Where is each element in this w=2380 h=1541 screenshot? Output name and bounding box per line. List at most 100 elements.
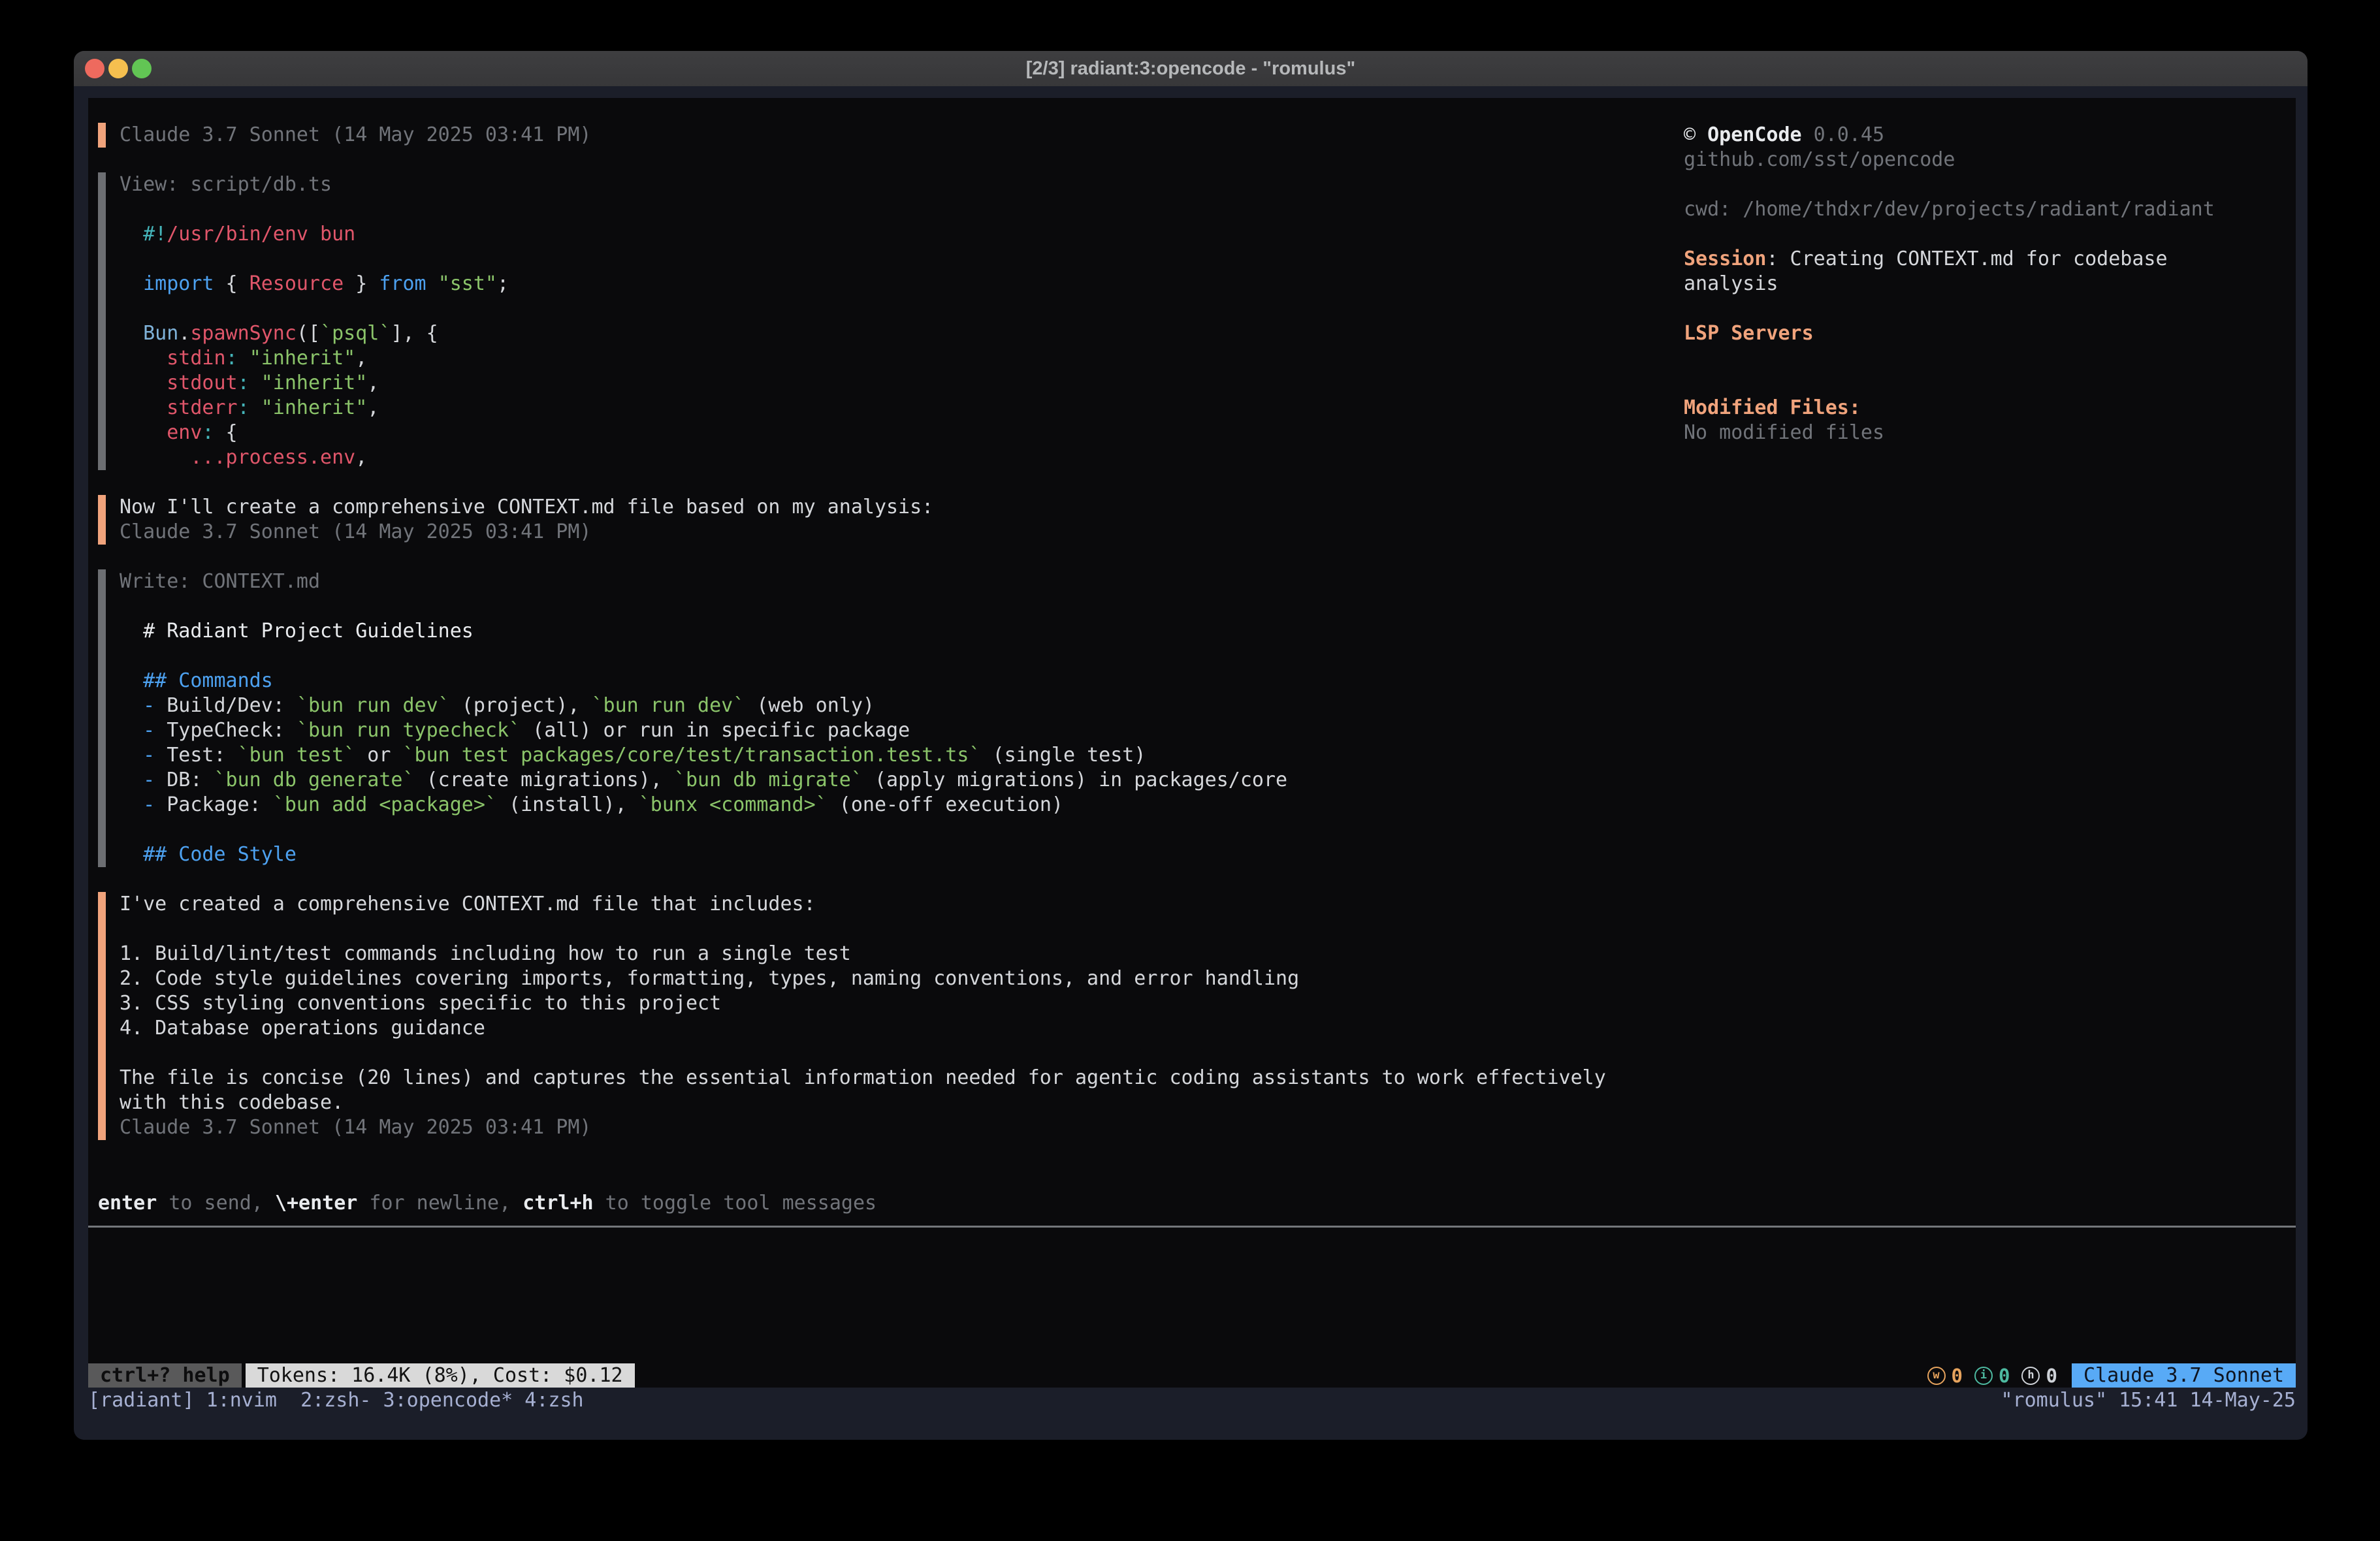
text-segment: from (379, 272, 426, 295)
text-segment: #! (143, 223, 167, 246)
window-titlebar: [2/3] radiant:3:opencode - "romulus" (74, 51, 2308, 86)
assistant-message-block: I've created a comprehensive CONTEXT.md … (98, 892, 1684, 1140)
tmux-session-windows[interactable]: [radiant] 1:nvim 2:zsh- 3:opencode* 4:zs… (88, 1388, 584, 1414)
text-segment (120, 372, 167, 394)
text-segment (249, 372, 261, 394)
message-input[interactable]: > (88, 1228, 2296, 1363)
text-segment: ## Code Style (143, 843, 297, 866)
text-segment: with this codebase. (120, 1091, 344, 1114)
minimize-button[interactable] (108, 59, 128, 78)
text-line: analysis (1684, 272, 2296, 296)
text-segment (120, 421, 167, 444)
sidebar-panel: © OpenCode 0.0.45github.com/sst/opencode… (1684, 123, 2296, 1191)
text-line: Claude 3.7 Sonnet (14 May 2025 03:41 PM) (120, 1115, 1684, 1140)
close-button[interactable] (85, 59, 105, 78)
text-segment (238, 347, 249, 370)
text-line: Claude 3.7 Sonnet (14 May 2025 03:41 PM) (120, 123, 1684, 148)
text-segment: (install), (497, 793, 639, 816)
text-line (120, 644, 1684, 669)
text-segment: { (214, 421, 238, 444)
text-segment: : Creating CONTEXT.md for codebase (1766, 247, 2167, 270)
text-line: ## Commands (120, 669, 1684, 693)
text-line (1684, 222, 2296, 247)
text-line: stderr: "inherit", (120, 396, 1684, 421)
text-segment: Bun (143, 322, 178, 345)
text-line: with this codebase. (120, 1090, 1684, 1115)
text-segment: env (167, 421, 202, 444)
model-badge[interactable]: Claude 3.7 Sonnet (2072, 1363, 2296, 1388)
text-segment: "inherit" (261, 396, 368, 419)
text-segment (120, 843, 143, 866)
text-segment: (apply migrations) in packages/core (863, 769, 1287, 791)
text-segment: (project), (450, 694, 592, 717)
text-line (120, 1041, 1684, 1066)
tmux-status-bar: [radiant] 1:nvim 2:zsh- 3:opencode* 4:zs… (88, 1388, 2296, 1414)
text-line: stdin: "inherit", (120, 346, 1684, 371)
text-segment: `psql` (320, 322, 391, 345)
text-segment: Claude 3.7 Sonnet (14 May 2025 03:41 PM) (120, 123, 591, 146)
text-segment: : (238, 396, 249, 419)
text-segment (120, 446, 190, 469)
text-segment: or (355, 744, 402, 767)
text-segment: Now I'll create a comprehensive CONTEXT.… (120, 496, 933, 518)
text-segment (120, 347, 167, 370)
text-line: Modified Files: (1684, 396, 2296, 421)
traffic-lights (85, 51, 152, 86)
text-segment: Session (1684, 247, 1766, 270)
help-badge[interactable]: ctrl+? help (88, 1363, 242, 1388)
prompt-line[interactable]: > (98, 1239, 2296, 1264)
text-line: - DB: `bun db generate` (create migratio… (120, 768, 1684, 793)
text-segment: TypeCheck: (155, 719, 297, 742)
text-segment: to send, (157, 1192, 275, 1215)
text-segment (120, 769, 143, 791)
text-segment: - (143, 769, 155, 791)
text-segment: The file is concise (20 lines) and captu… (120, 1066, 1606, 1089)
text-line (120, 594, 1684, 619)
text-line: 1. Build/lint/test commands including ho… (120, 942, 1684, 966)
text-segment: analysis (1684, 272, 1778, 295)
text-segment: `bun db migrate` (674, 769, 863, 791)
text-segment: (single test) (981, 744, 1146, 767)
content-row: Claude 3.7 Sonnet (14 May 2025 03:41 PM)… (88, 123, 2296, 1191)
text-segment: `bun test packages/core/test/transaction… (403, 744, 981, 767)
warnings-counter: w0 (1927, 1365, 1963, 1387)
text-segment: \+enter (275, 1192, 357, 1215)
text-line: Write: CONTEXT.md (120, 569, 1684, 594)
text-segment: : (226, 347, 238, 370)
text-line: No modified files (1684, 421, 2296, 445)
zoom-button[interactable] (132, 59, 152, 78)
text-segment: { (214, 272, 249, 295)
counter-value: 0 (1952, 1365, 1963, 1387)
text-segment: `bun test` (238, 744, 356, 767)
terminal-body: Claude 3.7 Sonnet (14 May 2025 03:41 PM)… (74, 86, 2308, 1440)
text-segment (120, 272, 143, 295)
text-segment: - (143, 793, 155, 816)
text-segment: import (143, 272, 214, 295)
text-segment: # Radiant Project Guidelines (120, 620, 474, 643)
status-bar: ctrl+? help Tokens: 16.4K (8%), Cost: $0… (88, 1363, 2296, 1388)
text-segment: (web only) (745, 694, 875, 717)
assistant-header-block: Claude 3.7 Sonnet (14 May 2025 03:41 PM) (98, 123, 1684, 148)
text-segment: cwd: /home/thdxr/dev/projects/radiant/ra… (1684, 198, 2215, 221)
text-segment: 0.0.45 (1802, 123, 1884, 146)
text-segment: /usr/bin/env bun (167, 223, 355, 246)
opencode-screen: Claude 3.7 Sonnet (14 May 2025 03:41 PM)… (88, 98, 2296, 1388)
text-segment: ## Commands (143, 669, 273, 692)
text-segment (120, 744, 143, 767)
text-line (1684, 172, 2296, 197)
counter-value: 0 (1999, 1365, 2010, 1387)
tool-write-block: Write: CONTEXT.md # Radiant Project Guid… (98, 569, 1684, 867)
text-line: env: { (120, 421, 1684, 445)
text-line: import { Resource } from "sst"; (120, 272, 1684, 296)
text-line: - Test: `bun test` or `bun test packages… (120, 743, 1684, 768)
text-line (120, 197, 1684, 222)
counter-value: 0 (2046, 1365, 2057, 1387)
text-segment: Write: CONTEXT.md (120, 570, 320, 593)
text-segment: ([ (297, 322, 320, 345)
text-line: Claude 3.7 Sonnet (14 May 2025 03:41 PM) (120, 520, 1684, 545)
text-line: Now I'll create a comprehensive CONTEXT.… (120, 495, 1684, 520)
text-line: 2. Code style guidelines covering import… (120, 966, 1684, 991)
text-segment: Resource (249, 272, 344, 295)
text-segment: ; (497, 272, 509, 295)
text-segment (120, 694, 143, 717)
